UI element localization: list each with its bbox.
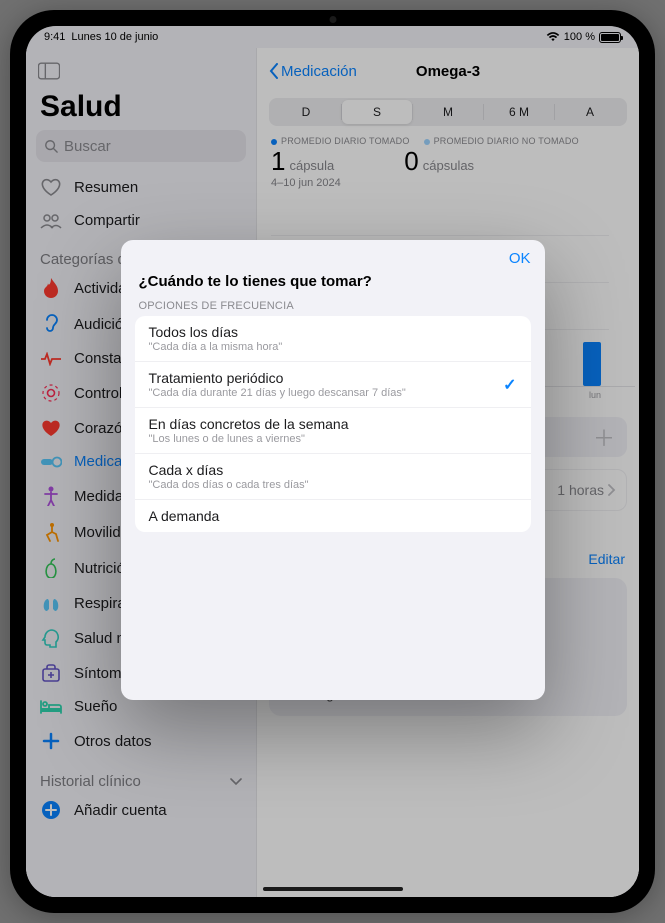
- option-title: Tratamiento periódico: [149, 370, 406, 386]
- option-desc: "Cada día a la misma hora": [149, 341, 283, 353]
- modal-title: ¿Cuándo te lo tienes que tomar?: [121, 267, 545, 300]
- frequency-option-1[interactable]: Tratamiento periódico"Cada día durante 2…: [135, 362, 531, 408]
- screen: 9:41 Lunes 10 de junio 100 % Salud: [26, 26, 639, 897]
- frequency-options: Todos los días"Cada día a la misma hora"…: [135, 316, 531, 532]
- frequency-option-3[interactable]: Cada x días"Cada dos días o cada tres dí…: [135, 454, 531, 500]
- ipad-frame: 9:41 Lunes 10 de junio 100 % Salud: [10, 10, 655, 913]
- frequency-option-0[interactable]: Todos los días"Cada día a la misma hora": [135, 316, 531, 362]
- option-desc: "Cada día durante 21 días y luego descan…: [149, 387, 406, 399]
- option-title: Cada x días: [149, 462, 309, 478]
- home-indicator[interactable]: [263, 887, 403, 891]
- frequency-option-2[interactable]: En días concretos de la semana"Los lunes…: [135, 408, 531, 454]
- option-title: Todos los días: [149, 324, 283, 340]
- camera-dot: [329, 16, 336, 23]
- option-desc: "Cada dos días o cada tres días": [149, 479, 309, 491]
- option-desc: "Los lunes o de lunes a viernes": [149, 433, 349, 445]
- frequency-modal: OK ¿Cuándo te lo tienes que tomar? OPCIO…: [121, 240, 545, 700]
- checkmark-icon: ✓: [503, 375, 516, 395]
- option-title: A demanda: [149, 508, 220, 524]
- option-title: En días concretos de la semana: [149, 416, 349, 432]
- modal-section-label: OPCIONES DE FRECUENCIA: [121, 300, 545, 316]
- frequency-option-4[interactable]: A demanda: [135, 500, 531, 532]
- ok-button[interactable]: OK: [509, 250, 531, 267]
